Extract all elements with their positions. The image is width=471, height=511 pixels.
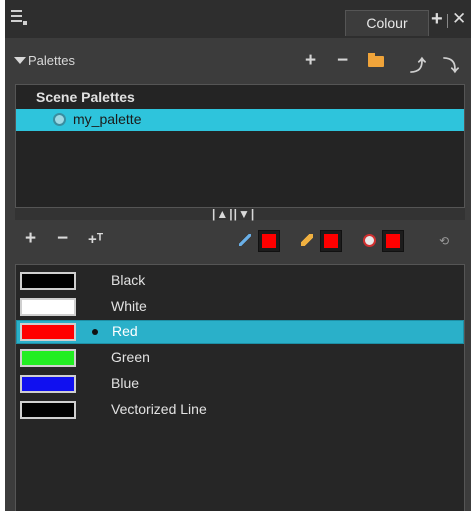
paint-colour-fill <box>386 234 400 248</box>
colour-swatch <box>20 375 76 393</box>
remove-palette-button[interactable]: − <box>337 50 348 72</box>
colour-swatch <box>20 349 76 367</box>
pencil-colour-fill <box>324 234 338 248</box>
brush-icon <box>239 234 251 246</box>
scene-palettes-group: Scene Palettes <box>36 89 135 105</box>
list-splitter[interactable]: |▲||▼| <box>15 207 465 221</box>
colour-list[interactable]: Black White Red Green Blue Vectorized Li… <box>15 264 465 511</box>
palette-item[interactable]: my_palette <box>16 109 464 131</box>
colour-name: Black <box>111 272 146 288</box>
pencil-colour-swatch[interactable] <box>320 230 342 252</box>
colour-toolbar: + − +ᵀ ⟲ <box>5 222 471 258</box>
collapse-triangle-icon <box>14 57 26 64</box>
paint-bucket-icon <box>363 234 376 247</box>
current-colour-dot-icon <box>92 329 98 335</box>
colour-name: White <box>111 298 147 314</box>
menu-icon[interactable] <box>11 10 27 26</box>
add-view-button[interactable]: + <box>431 8 443 31</box>
brush-colour-swatch[interactable] <box>258 230 280 252</box>
splitter-handle-icon[interactable]: |▲||▼| <box>212 207 255 221</box>
colour-row-blue[interactable]: Blue <box>16 372 464 396</box>
paint-colour-swatch[interactable] <box>382 230 404 252</box>
colour-swatch <box>20 401 76 419</box>
link-colours-icon[interactable]: ⟲ <box>439 234 449 248</box>
colour-row-red[interactable]: Red <box>16 320 464 344</box>
colour-name: Blue <box>111 375 140 391</box>
colour-swatch <box>20 272 76 290</box>
colour-row-black[interactable]: Black <box>16 269 464 293</box>
add-texture-button[interactable]: +ᵀ <box>88 231 103 248</box>
palette-item-label: my_palette <box>73 111 142 127</box>
add-colour-button[interactable]: + <box>25 228 36 250</box>
panel-title-bar: Colour + ✕ <box>5 0 471 38</box>
brush-colour-fill <box>262 234 276 248</box>
move-palette-up-icon[interactable]: ⤴ <box>410 52 426 76</box>
close-view-button[interactable]: ✕ <box>452 9 466 29</box>
colour-name: Red <box>112 323 138 339</box>
palettes-label: Palettes <box>28 53 75 68</box>
colour-row-white[interactable]: White <box>16 295 464 319</box>
palettes-toggle[interactable]: Palettes <box>14 53 75 68</box>
colour-row-vectorized-line[interactable]: Vectorized Line <box>16 398 464 422</box>
colour-name: Vectorized Line <box>111 401 207 417</box>
remove-colour-button[interactable]: − <box>57 228 68 250</box>
palettes-header: Palettes + − ⤴ ⤵ <box>5 44 471 76</box>
colour-name: Green <box>111 349 150 365</box>
add-palette-button[interactable]: + <box>305 50 316 72</box>
import-palette-folder-icon[interactable] <box>368 53 384 67</box>
colour-swatch <box>20 323 76 341</box>
palette-status-icon <box>53 113 66 126</box>
tab-colour[interactable]: Colour <box>345 10 429 36</box>
colour-row-green[interactable]: Green <box>16 346 464 370</box>
pencil-icon <box>301 234 313 246</box>
divider <box>447 14 448 28</box>
palette-list[interactable]: Scene Palettes my_palette <box>15 84 465 208</box>
move-palette-down-icon[interactable]: ⤵ <box>443 52 459 76</box>
colour-swatch <box>20 298 76 316</box>
colour-panel: Colour + ✕ Palettes + − ⤴ ⤵ Scene Palett… <box>5 0 471 511</box>
